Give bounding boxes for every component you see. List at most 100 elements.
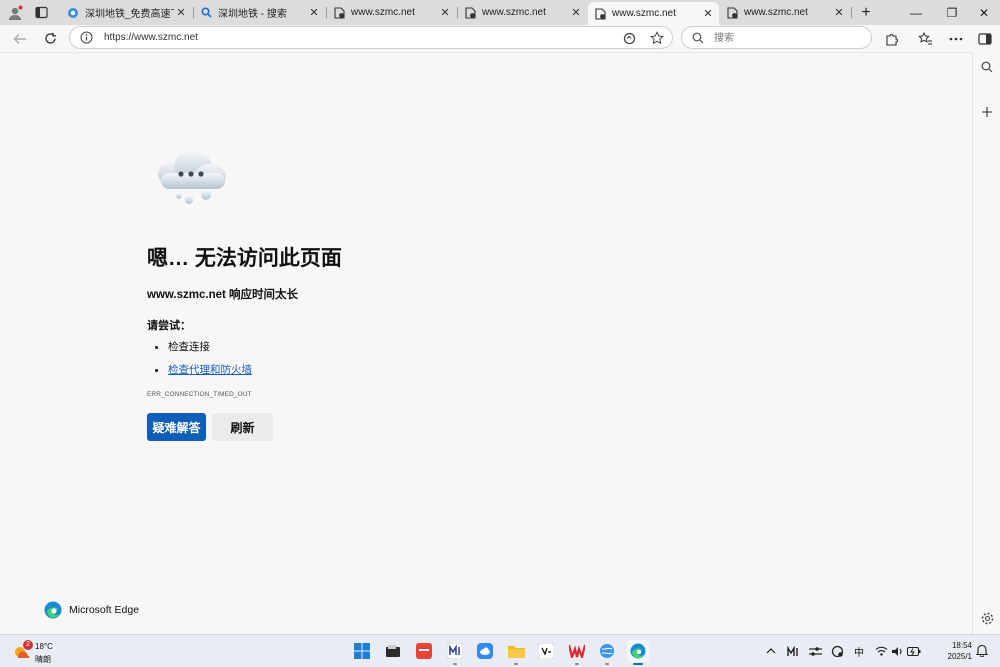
volume-icon[interactable]	[890, 644, 904, 658]
chart-app-icon	[447, 643, 463, 659]
cloud-error-icon	[158, 151, 226, 204]
app-logo-icon	[67, 7, 79, 19]
start-button[interactable]	[351, 640, 373, 662]
search-input[interactable]	[714, 31, 854, 45]
more-dots-icon	[949, 37, 963, 40]
taskbar-app-wps[interactable]	[566, 640, 588, 665]
running-indicator	[633, 663, 643, 665]
workspaces-icon	[34, 6, 48, 19]
browser-globe-icon	[600, 644, 614, 658]
taskbar-app-explorer[interactable]	[505, 640, 527, 665]
tab-3[interactable]: www.szmc.net ✕	[458, 2, 587, 23]
refresh-button[interactable]	[38, 27, 62, 50]
taskbar-app-code[interactable]	[535, 640, 557, 662]
tab-divider	[851, 7, 852, 18]
favorite-star-icon[interactable]	[649, 30, 665, 46]
navigation-bar: https://www.szmc.net	[0, 25, 1000, 52]
close-tab-icon[interactable]: ✕	[307, 6, 321, 20]
search-box[interactable]	[681, 26, 872, 49]
tray-overflow-icon[interactable]	[764, 644, 778, 658]
close-window-button[interactable]: ✕	[966, 0, 1000, 25]
weather-temp: 18°C	[35, 642, 53, 651]
page-title: 嗯… 无法访问此页面	[147, 247, 342, 270]
sidebar-toggle-button[interactable]	[973, 27, 997, 50]
check-proxy-firewall-link[interactable]: 检查代理和防火墙	[168, 364, 252, 376]
close-tab-icon[interactable]: ✕	[174, 6, 188, 20]
restore-button[interactable]: ❐	[934, 0, 970, 25]
edge-branding: Microsoft Edge	[44, 601, 139, 619]
taskbar-app-files[interactable]	[382, 640, 404, 662]
sidebar-settings-button[interactable]	[976, 607, 998, 629]
error-page: 嗯… 无法访问此页面 www.szmc.net 响应时间太长 请尝试： 检查连接…	[0, 52, 972, 634]
red-app-icon	[416, 643, 432, 659]
extensions-button[interactable]	[880, 27, 904, 50]
weather-condition: 晴朗	[35, 655, 51, 664]
suggestion-list: 检查连接 检查代理和防火墙	[147, 340, 252, 386]
notification-bell-icon[interactable]	[976, 644, 988, 657]
wifi-icon[interactable]	[874, 644, 888, 658]
address-bar[interactable]: https://www.szmc.net	[69, 26, 673, 49]
tray-app-m-icon[interactable]	[786, 644, 800, 658]
clock-date: 2025/1	[947, 652, 972, 661]
taskbar-app-chart[interactable]	[444, 640, 466, 665]
tab-title: www.szmc.net	[482, 7, 546, 18]
weather-badge: 2	[23, 640, 33, 650]
translate-refresh-icon[interactable]	[621, 30, 637, 46]
back-arrow-icon	[13, 33, 26, 44]
file-explorer-icon	[507, 646, 525, 658]
tab-4-active[interactable]: www.szmc.net ✕	[588, 2, 719, 25]
taskbar-app-globe[interactable]	[596, 640, 618, 665]
profile-avatar-icon	[9, 5, 23, 20]
edge-icon	[630, 643, 646, 659]
close-tab-icon[interactable]: ✕	[701, 7, 715, 21]
suggestion-check-connection: 检查连接	[168, 341, 210, 353]
tab-2[interactable]: www.szmc.net ✕	[327, 2, 456, 23]
close-tab-icon[interactable]: ✕	[569, 6, 583, 20]
settings-more-button[interactable]	[944, 27, 968, 50]
search-icon	[692, 31, 704, 49]
tab-1[interactable]: 深圳地铁 - 搜索 ✕	[194, 2, 325, 23]
site-info-icon[interactable]	[80, 31, 93, 49]
page-error-icon	[594, 7, 606, 20]
tab-title: 深圳地铁_免费高速下载|	[85, 9, 174, 20]
windows-taskbar: 2 18°C 晴朗 中 18:54 2025/1	[0, 634, 1000, 667]
tray-sync-icon[interactable]	[830, 644, 844, 658]
sidebar-search-button[interactable]	[976, 56, 998, 78]
refresh-icon	[44, 32, 56, 44]
tab-title: 深圳地铁 - 搜索	[218, 9, 287, 20]
taskbar-app-cloud[interactable]	[474, 640, 496, 662]
close-tab-icon[interactable]: ✕	[832, 6, 846, 20]
edge-logo-icon	[44, 601, 62, 619]
favorites-list-icon	[917, 31, 932, 45]
close-tab-icon[interactable]: ✕	[438, 6, 452, 20]
tab-strip: 深圳地铁_免费高速下载| ✕ 深圳地铁 - 搜索 ✕ www.szmc.net …	[0, 0, 1000, 25]
page-error-icon	[726, 6, 738, 19]
tab-0[interactable]: 深圳地铁_免费高速下载| ✕	[61, 2, 192, 23]
taskbar-app-red[interactable]	[413, 640, 435, 662]
url-text[interactable]: https://www.szmc.net	[104, 32, 198, 43]
new-tab-button[interactable]: +	[854, 2, 878, 23]
suggestion-item: 检查代理和防火墙	[147, 363, 252, 386]
tab-5[interactable]: www.szmc.net ✕	[720, 2, 850, 23]
tray-sliders-icon[interactable]	[808, 644, 822, 658]
refresh-page-button[interactable]: 刷新	[212, 413, 273, 441]
weather-widget[interactable]: 2 18°C 晴朗	[13, 639, 63, 665]
vscode-like-icon	[538, 643, 554, 659]
battery-icon[interactable]	[907, 644, 921, 658]
profile-button[interactable]	[3, 2, 27, 23]
taskbar-app-edge[interactable]	[627, 640, 649, 665]
clock-time: 18:54	[951, 641, 972, 650]
minimize-button[interactable]: —	[898, 0, 934, 25]
system-clock[interactable]: 18:54 2025/1	[928, 640, 972, 662]
running-indicator	[575, 663, 579, 665]
troubleshoot-button[interactable]: 疑难解答	[147, 413, 206, 441]
tab-title: www.szmc.net	[612, 8, 676, 19]
back-button[interactable]	[8, 27, 32, 50]
sidebar-add-button[interactable]	[976, 101, 998, 123]
suggestion-item: 检查连接	[147, 340, 252, 363]
favorites-button[interactable]	[913, 27, 937, 50]
tab-actions-button[interactable]	[29, 2, 53, 23]
try-label: 请尝试：	[147, 320, 191, 332]
edge-sidebar	[972, 52, 1000, 634]
ime-indicator[interactable]: 中	[852, 644, 866, 659]
